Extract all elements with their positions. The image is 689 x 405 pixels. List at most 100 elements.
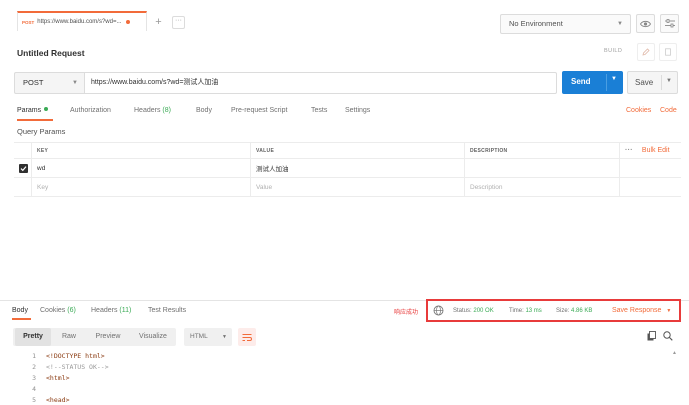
response-tab-headers-count: (11) [119,307,132,314]
table-actions: ··· Bulk Edit [619,143,681,158]
response-tab-cookies-label: Cookies [40,307,66,314]
method-select[interactable]: POST ▼ [14,72,84,94]
code-line: 1 <!DOCTYPE html> [16,351,109,362]
size-value: 4.86 KB [571,308,593,314]
status-value: 200 OK [473,308,494,314]
placeholder-actions-cell [619,178,681,196]
format-select[interactable]: HTML ▼ [184,328,232,346]
tab-pre-request-script[interactable]: Pre-request Script [231,107,287,114]
tab-settings[interactable]: Settings [345,107,370,114]
chevron-down-icon[interactable]: ▼ [666,78,672,84]
document-icon [665,48,671,56]
chevron-down-icon[interactable]: ▼ [611,76,617,82]
tab-body[interactable]: Body [196,107,212,114]
bulk-edit-link[interactable]: Bulk Edit [642,147,670,154]
response-tab-body[interactable]: Body [12,307,28,314]
code-line: 4 [16,384,109,395]
table-row: wd 测试人加油 [14,159,681,178]
table-row-placeholder: Key Value Description [14,178,681,197]
unsaved-dot-icon [126,20,131,24]
new-key-input[interactable]: Key [31,178,250,196]
environment-select[interactable]: No Environment ▼ [500,14,631,34]
param-value-cell[interactable]: 测试人加油 [250,159,464,177]
time-label: Time: [509,308,524,314]
description-column-header: DESCRIPTION [464,143,619,158]
response-tab-test-results[interactable]: Test Results [148,307,186,314]
send-label: Send [571,77,591,86]
environment-quick-look-button[interactable] [636,14,655,33]
sliders-icon [664,19,675,28]
active-tab-underline [17,119,53,121]
tab-headers-count: (8) [162,107,171,114]
response-code-editor[interactable]: 1 <!DOCTYPE html> 2 <!--STATUS OK--> 3 <htm… [16,351,109,405]
request-tab[interactable]: POST https://www.baidu.com/s?wd=... [17,11,147,31]
response-active-underline [12,318,31,320]
success-annotation: 响应成功 [394,310,419,316]
wrap-lines-icon [242,333,252,341]
response-size[interactable]: Size: 4.86 KB [556,308,592,314]
cookies-link[interactable]: Cookies [626,107,651,114]
url-value: https://www.baidu.com/s?wd=测试人加油 [91,79,219,86]
tab-tests[interactable]: Tests [311,107,327,114]
view-raw-button[interactable]: Raw [53,328,85,346]
tab-params-label: Params [17,107,42,114]
save-response-label: Save Response [612,307,662,314]
response-tab-headers[interactable]: Headers (11) [91,307,131,314]
view-pretty-button[interactable]: Pretty [15,328,51,346]
scroll-up-arrow-icon[interactable]: ▲ [672,350,677,356]
status-label: Status: [453,308,472,314]
request-title[interactable]: Untitled Request [17,48,85,58]
build-label: BUILD [604,48,623,54]
environment-label: No Environment [509,19,563,28]
param-actions-cell [619,159,681,177]
manage-environments-button[interactable] [660,14,679,33]
edit-button[interactable] [637,43,655,61]
wrap-lines-button[interactable] [238,328,256,346]
checkmark-icon [20,166,27,172]
response-tab-cookies[interactable]: Cookies (6) [40,307,76,314]
copy-icon[interactable] [647,331,656,341]
line-number: 3 [32,374,36,382]
view-visualize-button[interactable]: Visualize [131,328,175,346]
line-number: 2 [32,363,36,371]
more-tabs-button[interactable]: ··· [172,16,185,29]
param-key-cell[interactable]: wd [31,159,250,177]
code-text: <!DOCTYPE html> [46,352,105,360]
size-label: Size: [556,308,570,314]
response-status[interactable]: Status: 200 OK [453,308,494,314]
new-tab-button[interactable]: + [152,16,165,29]
send-button[interactable]: Send ▼ [562,71,623,94]
time-value: 13 ms [525,308,542,314]
code-link[interactable]: Code [660,107,677,114]
tab-authorization[interactable]: Authorization [70,107,111,114]
more-options-button[interactable]: ··· [625,147,633,154]
response-time[interactable]: Time: 13 ms [509,308,542,314]
search-icon[interactable] [663,331,673,341]
new-description-input[interactable]: Description [464,178,619,196]
save-divider [661,75,662,90]
view-preview-button[interactable]: Preview [87,328,129,346]
param-enabled-checkbox[interactable] [19,164,28,173]
tab-url: https://www.baidu.com/s?wd=... [37,19,122,25]
globe-icon[interactable] [433,305,444,316]
active-dot-icon [44,107,49,111]
value-column-header: VALUE [250,143,464,158]
tab-headers[interactable]: Headers (8) [134,107,171,114]
code-text: <html> [46,374,70,382]
tab-headers-label: Headers [134,107,161,114]
save-response-button[interactable]: Save Response ▼ [612,307,671,314]
code-line: 5 <head> [16,395,109,405]
chevron-down-icon: ▼ [222,334,227,340]
pencil-icon [642,48,650,56]
send-divider [606,74,607,91]
key-column-header: KEY [31,143,250,158]
new-value-input[interactable]: Value [250,178,464,196]
url-input[interactable]: https://www.baidu.com/s?wd=测试人加油 [84,72,557,94]
method-label: POST [23,78,44,87]
comments-button[interactable] [659,43,677,61]
response-tab-cookies-count: (6) [67,307,76,314]
save-button[interactable]: Save ▼ [627,71,678,94]
code-text: <head> [46,396,70,404]
param-description-cell[interactable] [464,159,619,177]
tab-params[interactable]: Params [17,107,49,114]
